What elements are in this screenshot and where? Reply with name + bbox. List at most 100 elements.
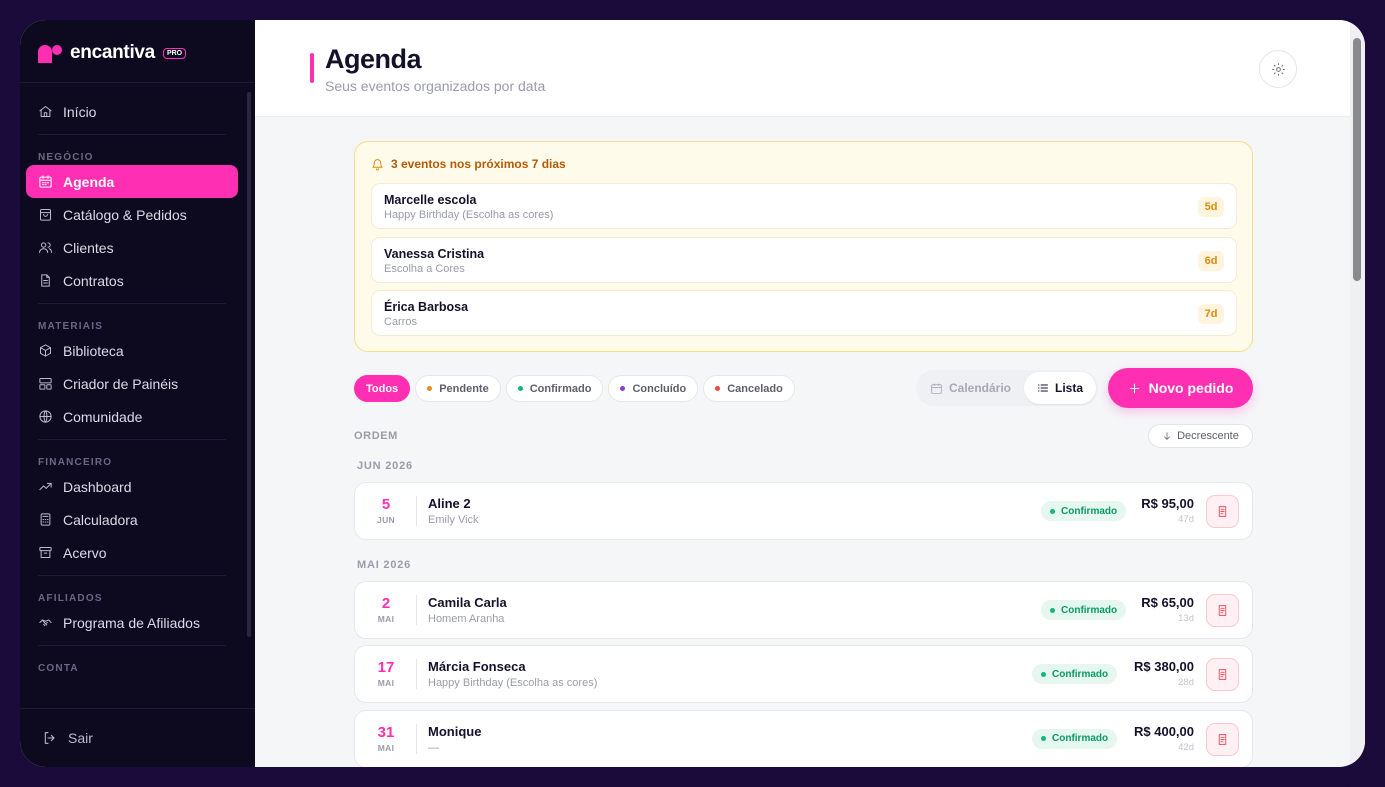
order-price: R$ 400,00	[1134, 723, 1194, 739]
sidebar-item-label: Agenda	[63, 173, 115, 190]
sidebar-item-criador-de-pain-is[interactable]: Criador de Painéis	[26, 367, 238, 400]
status-dot	[427, 386, 433, 391]
document-icon	[1218, 605, 1227, 616]
filter-label: Confirmado	[529, 382, 592, 395]
calendar-icon	[931, 383, 942, 394]
sidebar-item-cat-logo-pedidos[interactable]: Catálogo & Pedidos	[26, 198, 238, 231]
event-client-name: Érica Barbosa	[384, 300, 469, 314]
order-product: —	[428, 741, 439, 754]
sidebar-item-acervo[interactable]: Acervo	[26, 536, 238, 569]
upcoming-event-row[interactable]: Érica Barbosa Carros 7d	[371, 290, 1237, 336]
order-month: MAI	[377, 614, 395, 624]
device-frame: encantiva PRO Início NEGÓCIO Agenda Catálog…	[0, 0, 1385, 787]
contract-button[interactable]	[1206, 594, 1239, 627]
divider	[20, 82, 255, 83]
main-scrollbar-thumb[interactable]	[1353, 38, 1361, 281]
list-icon	[1038, 384, 1048, 392]
upcoming-event-row[interactable]: Vanessa Cristina Escolha a Cores 6d	[371, 236, 1237, 283]
order-month: JUN	[377, 515, 395, 525]
filter-confirmado[interactable]: Confirmado	[505, 375, 604, 402]
upcoming-header: 3 eventos nos próximos 7 dias	[371, 157, 566, 171]
order-product: Happy Birthday (Escolha as cores)	[428, 677, 598, 689]
status-label: Confirmado	[1061, 505, 1118, 517]
status-label: Confirmado	[1052, 668, 1109, 680]
arrow-down-icon	[1164, 432, 1170, 440]
sidebar-item-in-cio[interactable]: Início	[26, 95, 238, 128]
bell-icon	[372, 158, 383, 170]
calendar-view-button[interactable]: Calendário	[924, 370, 1017, 406]
sidebar-section-label: FINANCEIRO	[38, 457, 113, 468]
sort-order-button[interactable]: Decrescente	[1148, 424, 1253, 448]
calendar-icon	[39, 175, 52, 188]
order-price: R$ 65,00	[1141, 595, 1194, 610]
sidebar-item-label: Clientes	[63, 239, 114, 256]
filter-cancelado[interactable]: Cancelado	[703, 375, 795, 402]
order-price: R$ 95,00	[1141, 496, 1194, 511]
days-until-badge: 6d	[1198, 250, 1224, 271]
file-icon	[41, 274, 50, 287]
contract-button[interactable]	[1206, 658, 1239, 691]
filter-label: Pendente	[439, 382, 489, 395]
list-view-button[interactable]: Lista	[1024, 372, 1096, 404]
sidebar-item-contratos[interactable]: Contratos	[26, 264, 238, 297]
sidebar-item-dashboard[interactable]: Dashboard	[26, 470, 238, 503]
order-product: Emily Vick	[428, 514, 479, 526]
filter-todos[interactable]: Todos	[354, 375, 411, 402]
sidebar-item-label: Início	[63, 103, 97, 120]
settings-button[interactable]	[1259, 50, 1297, 88]
sidebar-item-comunidade[interactable]: Comunidade	[26, 400, 238, 433]
order-row[interactable]: 2 MAI Camila Carla Homem Aranha Confirmado R$…	[354, 581, 1253, 639]
sidebar-item-label: Acervo	[63, 544, 107, 561]
order-age: 28d	[1178, 677, 1194, 688]
order-client-name: Márcia Fonseca	[428, 659, 526, 674]
order-price: R$ 380,00	[1134, 659, 1194, 674]
status-filters: Todos Pendente Confirmado Concluído Cancelad…	[354, 375, 795, 402]
filter-concluido[interactable]: Concluído	[608, 375, 699, 402]
users-icon	[39, 242, 52, 253]
order-row[interactable]: 17 MAI Márcia Fonseca Happy Birthday (Escol…	[354, 645, 1253, 703]
divider	[38, 575, 226, 576]
divider	[416, 595, 417, 625]
month-group-label: MAI 2026	[357, 559, 412, 571]
order-month: MAI	[377, 742, 395, 753]
sidebar-item-biblioteca[interactable]: Biblioteca	[26, 334, 238, 367]
status-label: Confirmado	[1061, 604, 1118, 616]
logout-icon	[44, 732, 55, 744]
sidebar-item-calculadora[interactable]: Calculadora	[26, 503, 238, 536]
sidebar: encantiva PRO Início NEGÓCIO Agenda Catálog…	[20, 20, 255, 767]
archive-icon	[39, 547, 52, 558]
divider	[38, 645, 226, 646]
sidebar-section-label: MATERIAIS	[38, 321, 104, 332]
sidebar-item-label: Contratos	[63, 272, 124, 289]
divider	[416, 659, 417, 689]
days-until-badge: 7d	[1198, 304, 1224, 324]
sidebar-item-label: Programa de Afiliados	[63, 614, 200, 631]
sidebar-item-label: Biblioteca	[63, 342, 124, 359]
logout-button[interactable]: Sair	[20, 708, 255, 767]
order-row[interactable]: 31 MAI Monique — Confirmado R$ 400,00 42d	[354, 709, 1253, 767]
sidebar-scrollbar[interactable]	[247, 92, 251, 637]
sidebar-item-agenda[interactable]: Agenda	[26, 165, 238, 198]
new-order-button[interactable]: Novo pedido	[1108, 368, 1253, 408]
brand-logo[interactable]: encantiva PRO	[38, 42, 187, 64]
filter-label: Todos	[366, 382, 399, 395]
upcoming-events-panel: 3 eventos nos próximos 7 dias Marcelle e…	[354, 141, 1253, 352]
order-row[interactable]: 5 JUN Aline 2 Emily Vick Confirmado R$ 95,00 4…	[354, 482, 1253, 540]
status-dot	[715, 386, 721, 391]
logout-label: Sair	[68, 730, 93, 746]
contract-button[interactable]	[1206, 495, 1239, 528]
sidebar-item-label: Comunidade	[63, 408, 143, 425]
bag-icon	[40, 209, 51, 221]
sidebar-item-clientes[interactable]: Clientes	[26, 231, 238, 264]
upcoming-event-row[interactable]: Marcelle escola Happy Birthday (Escolha a…	[371, 183, 1237, 229]
order-client-name: Camila Carla	[428, 595, 507, 610]
contract-button[interactable]	[1206, 722, 1239, 756]
home-icon	[39, 106, 52, 117]
event-client-name: Vanessa Cristina	[384, 246, 485, 261]
sort-label: ORDEM	[354, 430, 398, 442]
divider	[38, 134, 226, 135]
sidebar-item-programa-de-afiliados[interactable]: Programa de Afiliados	[26, 606, 238, 639]
list-view-label: Lista	[1054, 381, 1083, 395]
filter-pendente[interactable]: Pendente	[415, 375, 501, 402]
document-icon	[1218, 669, 1227, 680]
